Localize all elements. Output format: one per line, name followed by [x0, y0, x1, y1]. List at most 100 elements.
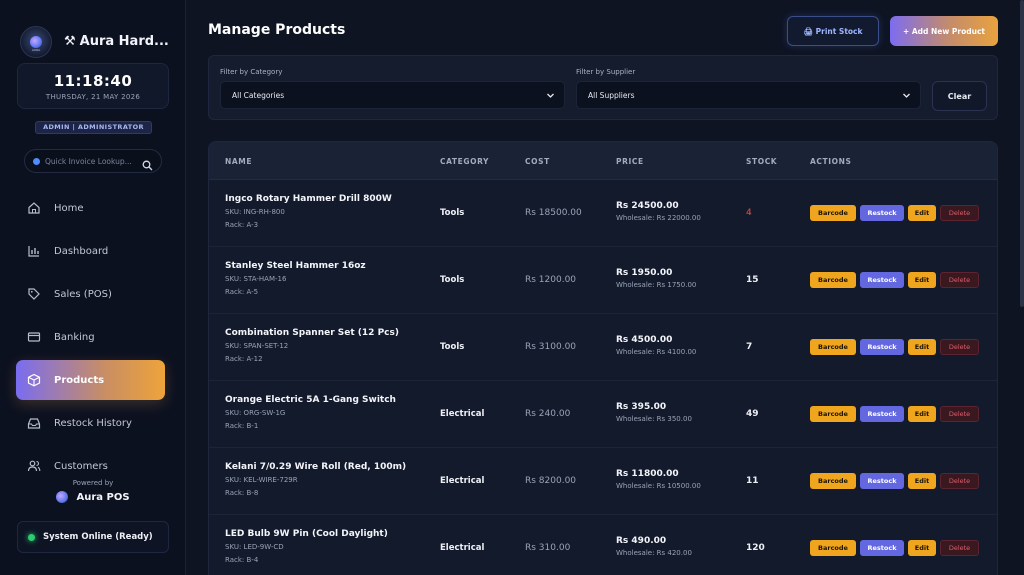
barcode-button[interactable]: Barcode [810, 406, 856, 422]
edit-button[interactable]: Edit [908, 540, 936, 556]
product-category: Electrical [440, 409, 485, 419]
sidebar-item-home[interactable]: Home [16, 188, 165, 228]
scrollbar-thumb[interactable] [1020, 0, 1024, 307]
row-actions: Barcode Restock Edit Delete [810, 205, 983, 221]
brand-title: ⚒ Aura Hard... [64, 34, 176, 49]
edit-button[interactable]: Edit [908, 339, 936, 355]
brand-logo-text: AURA [31, 48, 41, 52]
name-cell: Ingco Rotary Hammer Drill 800W SKU: ING-R… [225, 194, 392, 229]
column-header-category: CATEGORY [440, 157, 490, 166]
row-actions: Barcode Restock Edit Delete [810, 272, 983, 288]
sidebar-nav: Home Dashboard Sales (POS) Banking Produ… [16, 188, 165, 489]
category-filter-label: Filter by Category [220, 68, 283, 76]
brand-title-text: Aura Hard... [79, 34, 169, 49]
product-name: Stanley Steel Hammer 16oz [225, 261, 366, 271]
restock-button[interactable]: Restock [860, 339, 904, 355]
column-header-name: NAME [225, 157, 253, 166]
main-content: Manage Products 🖨 Print Stock + Add New … [187, 0, 1024, 575]
restock-button[interactable]: Restock [860, 540, 904, 556]
product-sku: SKU: ING-RH-800 [225, 208, 285, 216]
system-status-text: System Online (Ready) [43, 532, 153, 542]
barcode-button[interactable]: Barcode [810, 339, 856, 355]
table-row: LED Bulb 9W Pin (Cool Daylight) SKU: LED-… [209, 515, 997, 575]
delete-button[interactable]: Delete [940, 406, 979, 422]
product-category: Tools [440, 208, 465, 218]
sidebar-item-label: Restock History [54, 417, 132, 429]
sidebar-item-restock-history[interactable]: Restock History [16, 403, 165, 443]
table-row: Stanley Steel Hammer 16oz SKU: STA-HAM-16… [209, 247, 997, 314]
barcode-button[interactable]: Barcode [810, 473, 856, 489]
box-icon [26, 372, 42, 388]
product-rack: Rack: B-8 [225, 489, 259, 497]
category-filter-select[interactable]: All Categories [220, 81, 565, 109]
restock-button[interactable]: Restock [860, 205, 904, 221]
table-row: Ingco Rotary Hammer Drill 800W SKU: ING-R… [209, 180, 997, 247]
status-led-icon [28, 533, 35, 541]
barcode-button[interactable]: Barcode [810, 540, 856, 556]
role-badge: ADMIN | ADMINISTRATOR [35, 121, 152, 134]
quick-lookup-input[interactable] [45, 156, 135, 166]
product-sku: SKU: SPAN-SET-12 [225, 342, 289, 350]
orb-icon [30, 36, 42, 48]
price-cell: Rs 490.00 Wholesale: Rs 420.00 [616, 536, 692, 557]
edit-button[interactable]: Edit [908, 473, 936, 489]
home-icon [26, 200, 42, 216]
quick-lookup[interactable] [24, 149, 162, 173]
product-price: Rs 4500.00 [616, 335, 673, 345]
product-stock: 49 [746, 409, 759, 419]
sidebar-item-label: Home [54, 202, 84, 214]
edit-button[interactable]: Edit [908, 272, 936, 288]
clear-filters-button[interactable]: Clear [932, 81, 987, 111]
product-sku: SKU: KEL-WIRE-729R [225, 476, 298, 484]
barcode-button[interactable]: Barcode [810, 272, 856, 288]
sidebar-item-products[interactable]: Products [16, 360, 165, 400]
supplier-filter-select[interactable]: All Suppliers [576, 81, 921, 109]
price-cell: Rs 1950.00 Wholesale: Rs 1750.00 [616, 268, 696, 289]
print-stock-button[interactable]: 🖨 Print Stock [787, 16, 879, 46]
sidebar-item-label: Products [54, 374, 105, 386]
sidebar-item-banking[interactable]: Banking [16, 317, 165, 357]
clock-date: THURSDAY, 21 MAY 2026 [45, 93, 141, 101]
sidebar-item-dashboard[interactable]: Dashboard [16, 231, 165, 271]
delete-button[interactable]: Delete [940, 205, 979, 221]
edit-button[interactable]: Edit [908, 406, 936, 422]
product-price: Rs 395.00 [616, 402, 667, 412]
barcode-button[interactable]: Barcode [810, 205, 856, 221]
sidebar-item-sales[interactable]: Sales (POS) [16, 274, 165, 314]
row-actions: Barcode Restock Edit Delete [810, 339, 983, 355]
product-cost: Rs 310.00 [525, 543, 571, 553]
column-header-stock: STOCK [746, 157, 778, 166]
delete-button[interactable]: Delete [940, 540, 979, 556]
name-cell: Combination Spanner Set (12 Pcs) SKU: SPA… [225, 328, 399, 363]
sidebar-item-label: Sales (POS) [54, 288, 112, 300]
delete-button[interactable]: Delete [940, 272, 979, 288]
powered-by-block: Powered by Aura POS [0, 479, 186, 503]
delete-button[interactable]: Delete [940, 339, 979, 355]
sidebar-item-label: Banking [54, 331, 95, 343]
add-product-button[interactable]: + Add New Product [890, 16, 998, 46]
product-rack: Rack: A-5 [225, 288, 259, 296]
restock-button[interactable]: Restock [860, 406, 904, 422]
tag-icon [26, 286, 42, 302]
restock-button[interactable]: Restock [860, 473, 904, 489]
restock-button[interactable]: Restock [860, 272, 904, 288]
product-rack: Rack: A-12 [225, 355, 263, 363]
product-wholesale-price: Wholesale: Rs 1750.00 [616, 281, 697, 289]
edit-button[interactable]: Edit [908, 205, 936, 221]
name-cell: Stanley Steel Hammer 16oz SKU: STA-HAM-16… [225, 261, 366, 296]
product-name: LED Bulb 9W Pin (Cool Daylight) [225, 529, 388, 539]
product-cost: Rs 18500.00 [525, 208, 582, 218]
chevron-down-icon [546, 91, 555, 102]
product-stock: 7 [746, 342, 753, 352]
product-category: Electrical [440, 476, 485, 486]
delete-button[interactable]: Delete [940, 473, 979, 489]
table-header: NAME CATEGORY COST PRICE STOCK ACTIONS [209, 142, 997, 180]
name-cell: LED Bulb 9W Pin (Cool Daylight) SKU: LED-… [225, 529, 388, 564]
product-stock: 4 [746, 208, 752, 218]
powered-by-text: Powered by [72, 479, 114, 487]
search-icon[interactable] [142, 156, 153, 170]
table-row: Combination Spanner Set (12 Pcs) SKU: SPA… [209, 314, 997, 381]
product-rack: Rack: B-1 [225, 422, 259, 430]
products-table: NAME CATEGORY COST PRICE STOCK ACTIONS I… [208, 141, 998, 575]
row-actions: Barcode Restock Edit Delete [810, 406, 983, 422]
